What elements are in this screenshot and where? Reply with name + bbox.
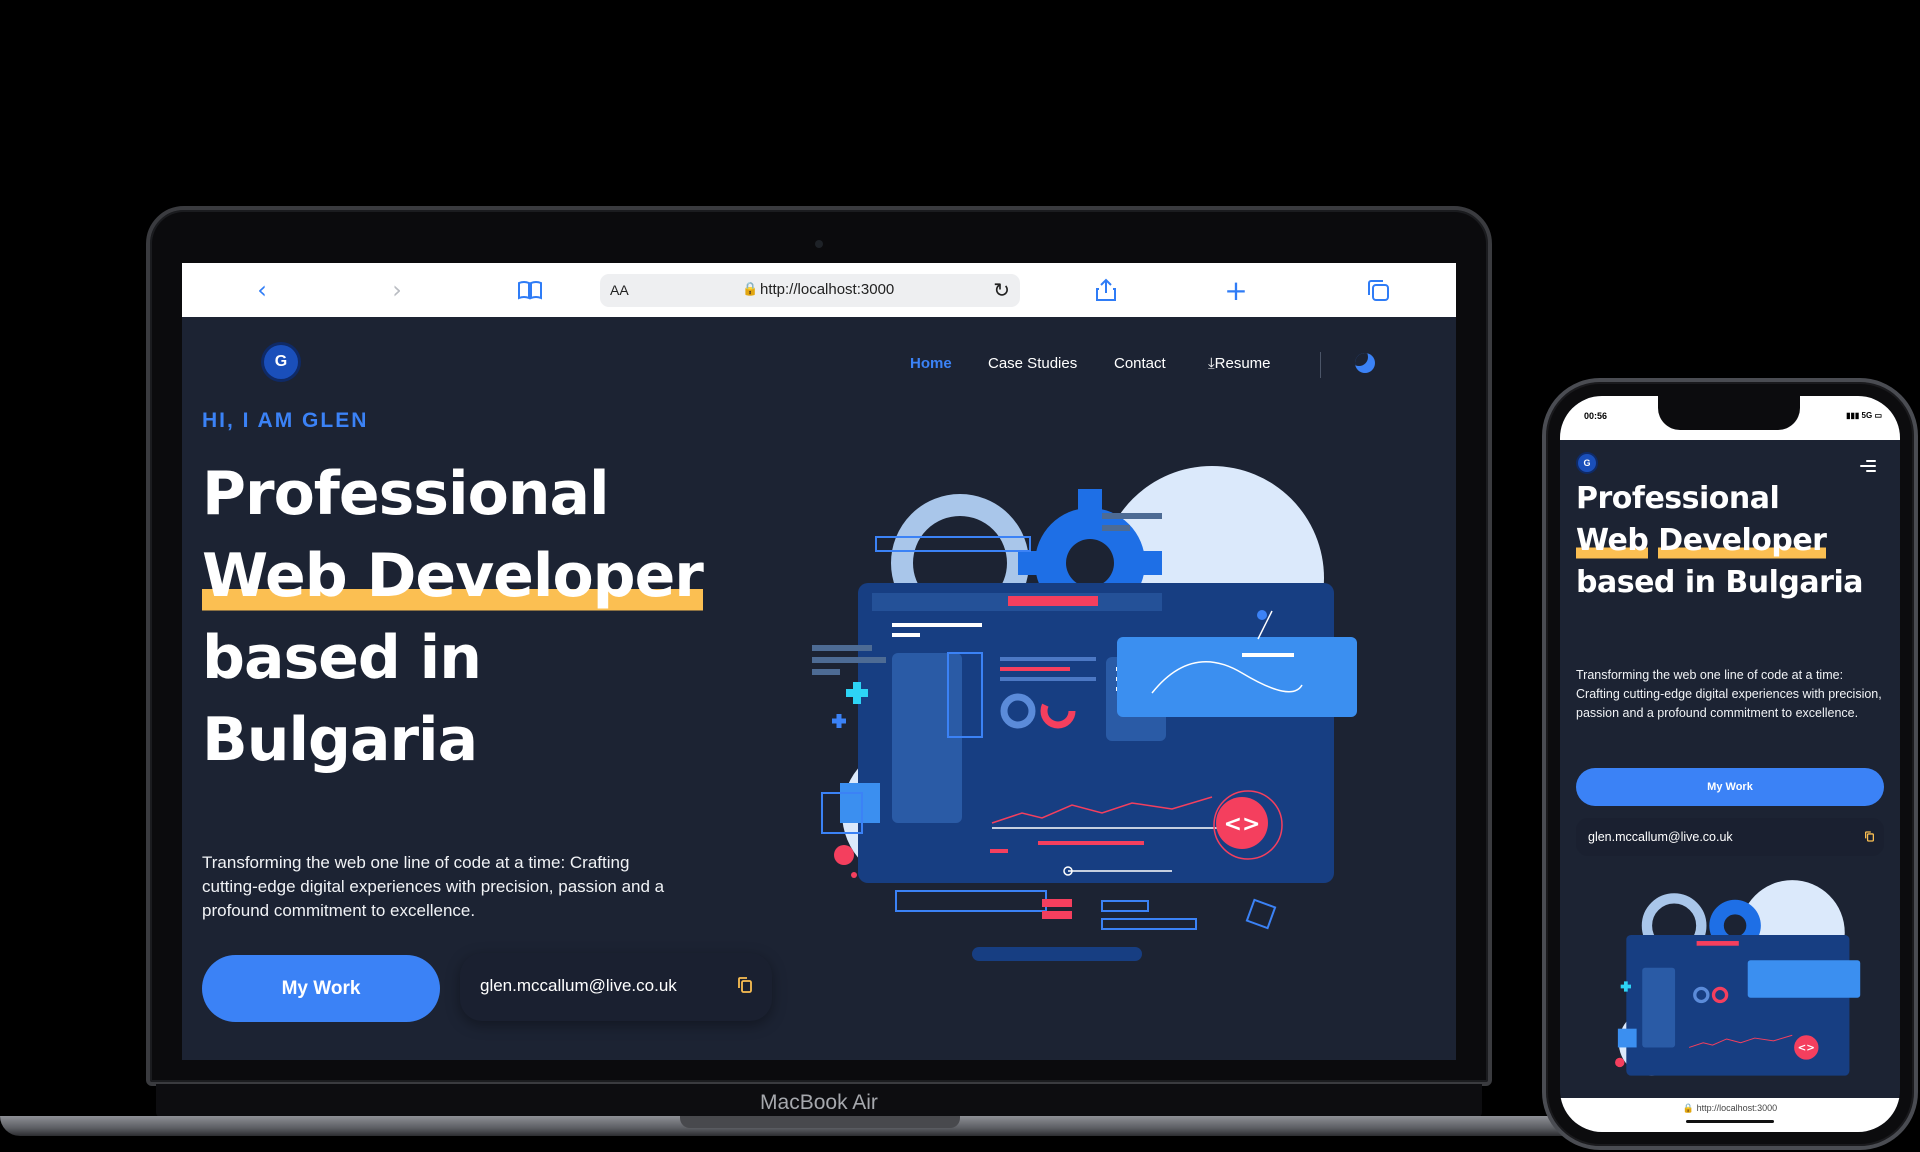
hero-description: Transforming the web one line of code at… [202,853,665,920]
nav-resume[interactable]: ⤓Resume [1208,355,1271,372]
back-icon[interactable]: ‹ [250,276,274,304]
laptop-screen: ‹ › AA 🔒 http://localhost:3000 ↻ + G Hom… [182,263,1456,1060]
phone-screen: 00:56 ▮▮▮ 5G ▭ G Professional Web Develo… [1560,396,1900,1132]
hero-headline: Professional Web Developer based in Bulg… [202,453,762,781]
phone-my-work-button[interactable]: My Work [1576,768,1884,806]
laptop-camera [815,240,823,248]
bookmarks-icon[interactable] [515,277,545,303]
tabs-overview-icon[interactable] [1364,277,1392,303]
nav-divider [1320,352,1321,378]
developer-illustration: <> [812,466,1357,961]
laptop-brand-label: MacBook Air [760,1091,878,1114]
new-tab-icon[interactable]: + [1222,274,1250,307]
site-logo[interactable]: G [264,345,298,379]
url-text: http://localhost:3000 [760,281,895,298]
nav-case-studies[interactable]: Case Studies [988,355,1077,372]
nav-home[interactable]: Home [910,355,952,372]
laptop-hinge-notch [680,1116,960,1128]
reload-icon[interactable]: ↻ [993,278,1010,302]
phone-headline-line-4: based in Bulgaria [1576,565,1863,600]
phone-email-copy-box[interactable]: glen.mccallum@live.co.uk [1576,818,1884,856]
browser-toolbar: ‹ › AA 🔒 http://localhost:3000 ↻ + [182,263,1456,317]
svg-text:<>: <> [1798,1042,1815,1054]
phone-url-text: 🔒 http://localhost:3000 [1682,1103,1778,1113]
headline-line-1: Professional [202,459,610,529]
download-icon: ⤓ [1208,355,1215,372]
phone-headline-line-3-highlighted: Developer [1658,520,1827,562]
laptop-chin: MacBook Air [156,1084,1482,1118]
phone-headline-line-1: Professional [1576,481,1780,516]
copy-icon[interactable] [738,977,752,993]
status-signal: ▮▮▮ 5G ▭ [1846,411,1882,420]
email-copy-box[interactable]: glen.mccallum@live.co.uk [460,953,772,1021]
phone-url-bar[interactable]: 🔒 http://localhost:3000 [1560,1098,1900,1132]
nav-resume-label: Resume [1214,355,1271,372]
address-bar[interactable]: AA 🔒 http://localhost:3000 ↻ [600,274,1020,307]
home-indicator [1686,1120,1774,1123]
phone-hero-description: Transforming the web one line of code at… [1576,668,1882,720]
hamburger-menu-icon[interactable] [1860,460,1876,475]
headline-line-2-highlighted: Web Developer [202,535,704,617]
reader-mode-button[interactable]: AA [610,282,629,298]
headline-line-4: Bulgaria [202,705,478,775]
phone-email-text: glen.mccallum@live.co.uk [1588,830,1733,844]
svg-text:<>: <> [1224,812,1261,837]
phone-headline-line-2-highlighted: Web [1576,520,1649,562]
my-work-button[interactable]: My Work [202,955,440,1022]
status-time: 00:56 [1584,411,1608,421]
email-text: glen.mccallum@live.co.uk [480,976,677,995]
phone-developer-illustration: <> [1615,880,1861,1076]
hero-eyebrow: HI, I AM GLEN [202,409,369,432]
forward-icon[interactable]: › [385,276,409,304]
share-icon[interactable] [1092,277,1120,303]
phone-notch [1658,394,1800,430]
headline-line-3: based in [202,623,482,693]
lock-icon: 🔒 [742,282,759,297]
theme-toggle-moon-icon[interactable] [1355,353,1375,373]
nav-contact[interactable]: Contact [1114,355,1166,372]
phone-copy-icon[interactable] [1865,831,1874,842]
phone-hero-headline: Professional Web Developer based in Bulg… [1576,478,1886,604]
phone-site-logo[interactable]: G [1578,454,1596,472]
